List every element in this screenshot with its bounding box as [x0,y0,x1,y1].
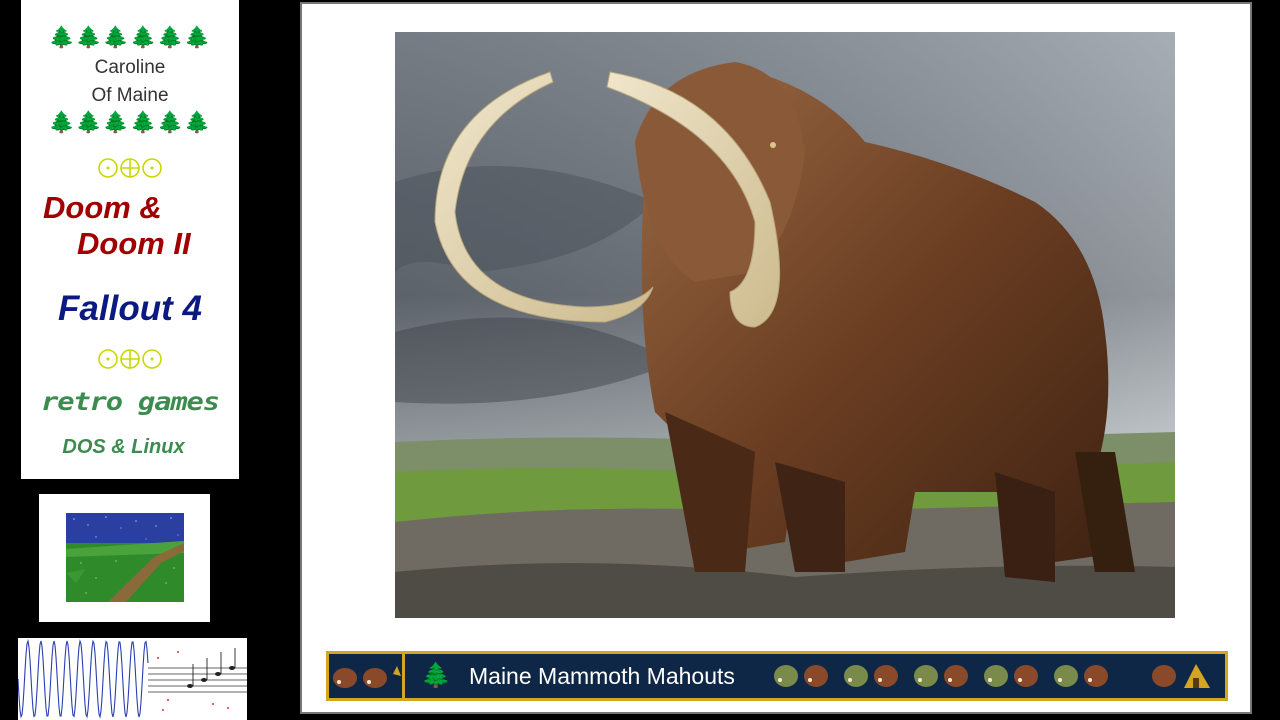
landscape-thumbnail [39,494,210,622]
ticker-left-box [326,651,405,701]
main-panel: 🌲 Maine Mammoth Mahouts [300,2,1252,714]
news-ticker: 🌲 Maine Mammoth Mahouts [326,651,1228,701]
channel-name: Caroline Of Maine [21,54,239,110]
doom-title-line2: Doom II [77,226,191,261]
landscape-thumbnail-image [66,513,184,602]
ornament-icon [21,156,239,184]
ornament-icon [21,347,239,375]
doom-title: Doom & Doom II [43,190,239,262]
tree-icon: 🌲🌲🌲🌲🌲🌲 [48,110,212,134]
channel-name-line1: Caroline [94,57,166,78]
channel-name-line2: Of Maine [91,85,169,106]
tree-icon: 🌲🌲🌲🌲🌲🌲 [48,25,212,49]
dos-linux-subtitle: DOS & Linux [62,436,185,458]
mammoth-icon [333,666,401,688]
tree-icon: 🌲 [421,661,451,689]
ticker-text: Maine Mammoth Mahouts [469,663,735,689]
retro-games-title: retro games [41,387,220,416]
woolly-mammoth-photo [395,32,1175,618]
tree-row-bottom: 🌲🌲🌲🌲🌲🌲 [21,110,239,134]
mammoth-icon [774,664,1210,688]
tree-row-top: 🌲🌲🌲🌲🌲🌲 [21,25,239,49]
fallout-title: Fallout 4 [58,289,202,328]
sidebar-card: 🌲🌲🌲🌲🌲🌲 Caroline Of Maine 🌲🌲🌲🌲🌲🌲 Doom & D… [21,0,239,479]
doom-title-line1: Doom & [43,190,162,225]
waveform-panel [18,638,247,720]
